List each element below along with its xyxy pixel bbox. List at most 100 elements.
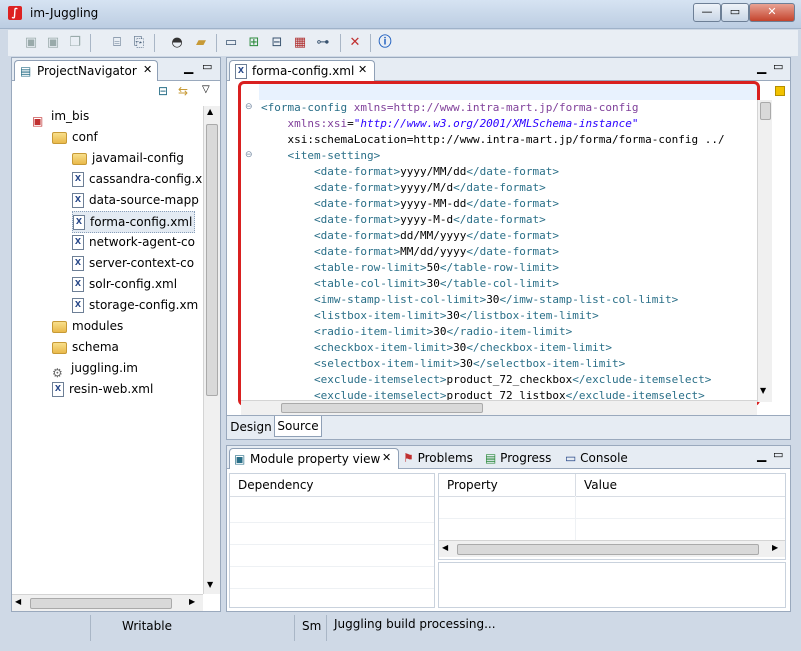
tree-item[interactable]: Xforma-config.xml — [72, 211, 196, 233]
tree-item[interactable]: ▣ im_bis — [32, 106, 90, 128]
navigator-icon: ▤ — [20, 64, 32, 78]
tree-item[interactable]: Xnetwork-agent-co — [72, 232, 195, 252]
value-column-header[interactable]: Value — [576, 474, 785, 497]
scroll-thumb[interactable] — [30, 598, 172, 609]
problems-icon: ⚑ — [403, 451, 414, 465]
save-all-icon[interactable]: ❐ — [66, 34, 84, 52]
scroll-thumb[interactable] — [457, 544, 759, 555]
tab-label: Problems — [417, 451, 473, 465]
progress-icon: ▤ — [485, 451, 497, 465]
scroll-thumb[interactable] — [206, 124, 218, 396]
tree-item[interactable]: conf — [52, 127, 98, 147]
tree-item-label: javamail-config — [92, 151, 184, 165]
close-button[interactable]: ✕ — [749, 3, 795, 22]
scroll-down-icon[interactable]: ▼ — [760, 386, 766, 395]
tree-item[interactable]: Xsolr-config.xml — [72, 274, 177, 294]
tab-problems[interactable]: ⚑ Problems — [403, 451, 473, 465]
tree-item-label: solr-config.xml — [89, 277, 178, 291]
maximize-view-icon[interactable]: ▭ — [773, 448, 783, 461]
tab-progress[interactable]: ▤ Progress — [485, 451, 551, 465]
scroll-left-icon[interactable]: ◀ — [442, 543, 448, 552]
tab-design[interactable]: Design — [229, 418, 273, 436]
tree-item[interactable]: Xcassandra-config.x — [72, 169, 202, 189]
tree-item[interactable]: Xdata-source-mapp — [72, 190, 199, 210]
toolbar-separator — [154, 34, 155, 52]
xml-file-icon: X — [72, 193, 84, 208]
property-column-header[interactable]: Property — [439, 474, 576, 497]
dependency-table: Dependency — [229, 473, 435, 608]
scroll-left-icon[interactable]: ◀ — [15, 597, 21, 606]
toolbar-separator — [90, 34, 91, 52]
collapse-all-icon[interactable]: ⊟ — [158, 84, 168, 98]
maximize-button[interactable]: ▭ — [721, 3, 749, 22]
scroll-thumb[interactable] — [760, 102, 771, 120]
dependency-column-header[interactable]: Dependency — [230, 474, 434, 497]
minimize-button[interactable]: — — [693, 3, 721, 22]
tree-item-label: im_bis — [51, 109, 90, 123]
editor-vertical-scrollbar[interactable]: ▼ — [757, 100, 772, 402]
tree-item[interactable]: schema — [52, 337, 119, 357]
close-tab-icon[interactable]: ✕ — [382, 451, 391, 464]
editor-tabbar: X forma-config.xml ✕ ▁ ▭ — [227, 58, 790, 81]
close-tab-icon[interactable]: ✕ — [143, 63, 152, 76]
highlight-box — [238, 81, 760, 406]
toolbar-separator — [340, 34, 341, 52]
project-navigator-panel: ▤ ProjectNavigator ✕ ▁ ▭ ⊟ ⇆ ▽ ▣ im_bis co… — [11, 57, 221, 612]
hierarchy-icon[interactable]: ⊶ — [314, 34, 332, 52]
tree-item[interactable]: Xstorage-config.xm — [72, 295, 198, 315]
build-icon[interactable]: ⌸ — [108, 34, 126, 52]
tree-item[interactable]: ⚙ juggling.im — [52, 358, 138, 380]
tab-console[interactable]: ▭ Console — [565, 451, 628, 465]
navigator-horizontal-scrollbar[interactable]: ◀ ▶ — [12, 594, 203, 611]
tab-forma-config[interactable]: X forma-config.xml ✕ — [229, 60, 375, 81]
tree-item[interactable]: modules — [52, 316, 123, 336]
window-icon[interactable]: ⊟ — [268, 34, 286, 52]
tree-item-label: schema — [72, 340, 119, 354]
scroll-right-icon[interactable]: ▶ — [772, 543, 778, 552]
property-tabbar: ▣ Module property view ✕ ⚑ Problems ▤ Pr… — [227, 446, 790, 469]
tab-label: Progress — [500, 451, 552, 465]
tree-item-label: storage-config.xm — [89, 298, 199, 312]
deploy-icon[interactable]: ⊞ — [245, 34, 263, 52]
minimize-view-icon[interactable]: ▁ — [184, 60, 193, 74]
monitor-icon[interactable]: ▭ — [222, 34, 240, 52]
save-icon[interactable]: ▣ — [22, 34, 40, 52]
maximize-view-icon[interactable]: ▭ — [773, 60, 783, 73]
image-icon[interactable]: ▦ — [291, 34, 309, 52]
editor-horizontal-scrollbar[interactable] — [241, 400, 757, 415]
scroll-down-icon[interactable]: ▼ — [207, 580, 213, 589]
tree-item[interactable]: Xresin-web.xml — [52, 379, 153, 399]
scroll-up-icon[interactable]: ▲ — [207, 107, 213, 116]
mouse-icon[interactable]: ◓ — [168, 34, 186, 52]
tree-item[interactable]: javamail-config — [72, 148, 184, 168]
navigator-tabbar: ▤ ProjectNavigator ✕ ▁ ▭ — [12, 58, 220, 81]
tab-project-navigator[interactable]: ▤ ProjectNavigator ✕ — [14, 60, 158, 81]
scroll-right-icon[interactable]: ▶ — [189, 597, 195, 606]
xml-file-icon: X — [72, 277, 84, 292]
tree-item[interactable]: Xserver-context-co — [72, 253, 194, 273]
open-file-icon[interactable]: ⎘ — [130, 34, 148, 52]
info-icon[interactable]: ⓘ — [376, 34, 394, 52]
tree-item-label: network-agent-co — [89, 235, 195, 249]
minimize-view-icon[interactable]: ▁ — [757, 60, 766, 74]
save-as-icon[interactable]: ▣ — [44, 34, 62, 52]
view-menu-icon[interactable]: ▽ — [202, 84, 210, 95]
tools-icon[interactable]: ✕ — [346, 34, 364, 52]
tree-item-label: forma-config.xml — [90, 215, 193, 229]
link-editor-icon[interactable]: ⇆ — [178, 84, 188, 98]
xml-file-icon: X — [72, 298, 84, 313]
tree-item-label: modules — [72, 319, 124, 333]
scroll-thumb[interactable] — [281, 403, 483, 413]
status-separator — [326, 615, 327, 641]
property-horizontal-scrollbar[interactable]: ◀ ▶ — [439, 540, 785, 557]
tab-module-property-view[interactable]: ▣ Module property view ✕ — [229, 448, 399, 469]
tree-item-label: cassandra-config.x — [89, 172, 203, 186]
tree-item-label: data-source-mapp — [89, 193, 199, 207]
property-panel: ▣ Module property view ✕ ⚑ Problems ▤ Pr… — [226, 445, 791, 612]
minimize-view-icon[interactable]: ▁ — [757, 448, 766, 462]
tab-source[interactable]: Source — [274, 416, 322, 437]
open-folder-icon[interactable]: ▰ — [192, 34, 210, 52]
navigator-vertical-scrollbar[interactable]: ▲ ▼ — [203, 106, 220, 594]
close-tab-icon[interactable]: ✕ — [358, 63, 367, 76]
maximize-view-icon[interactable]: ▭ — [202, 60, 212, 73]
